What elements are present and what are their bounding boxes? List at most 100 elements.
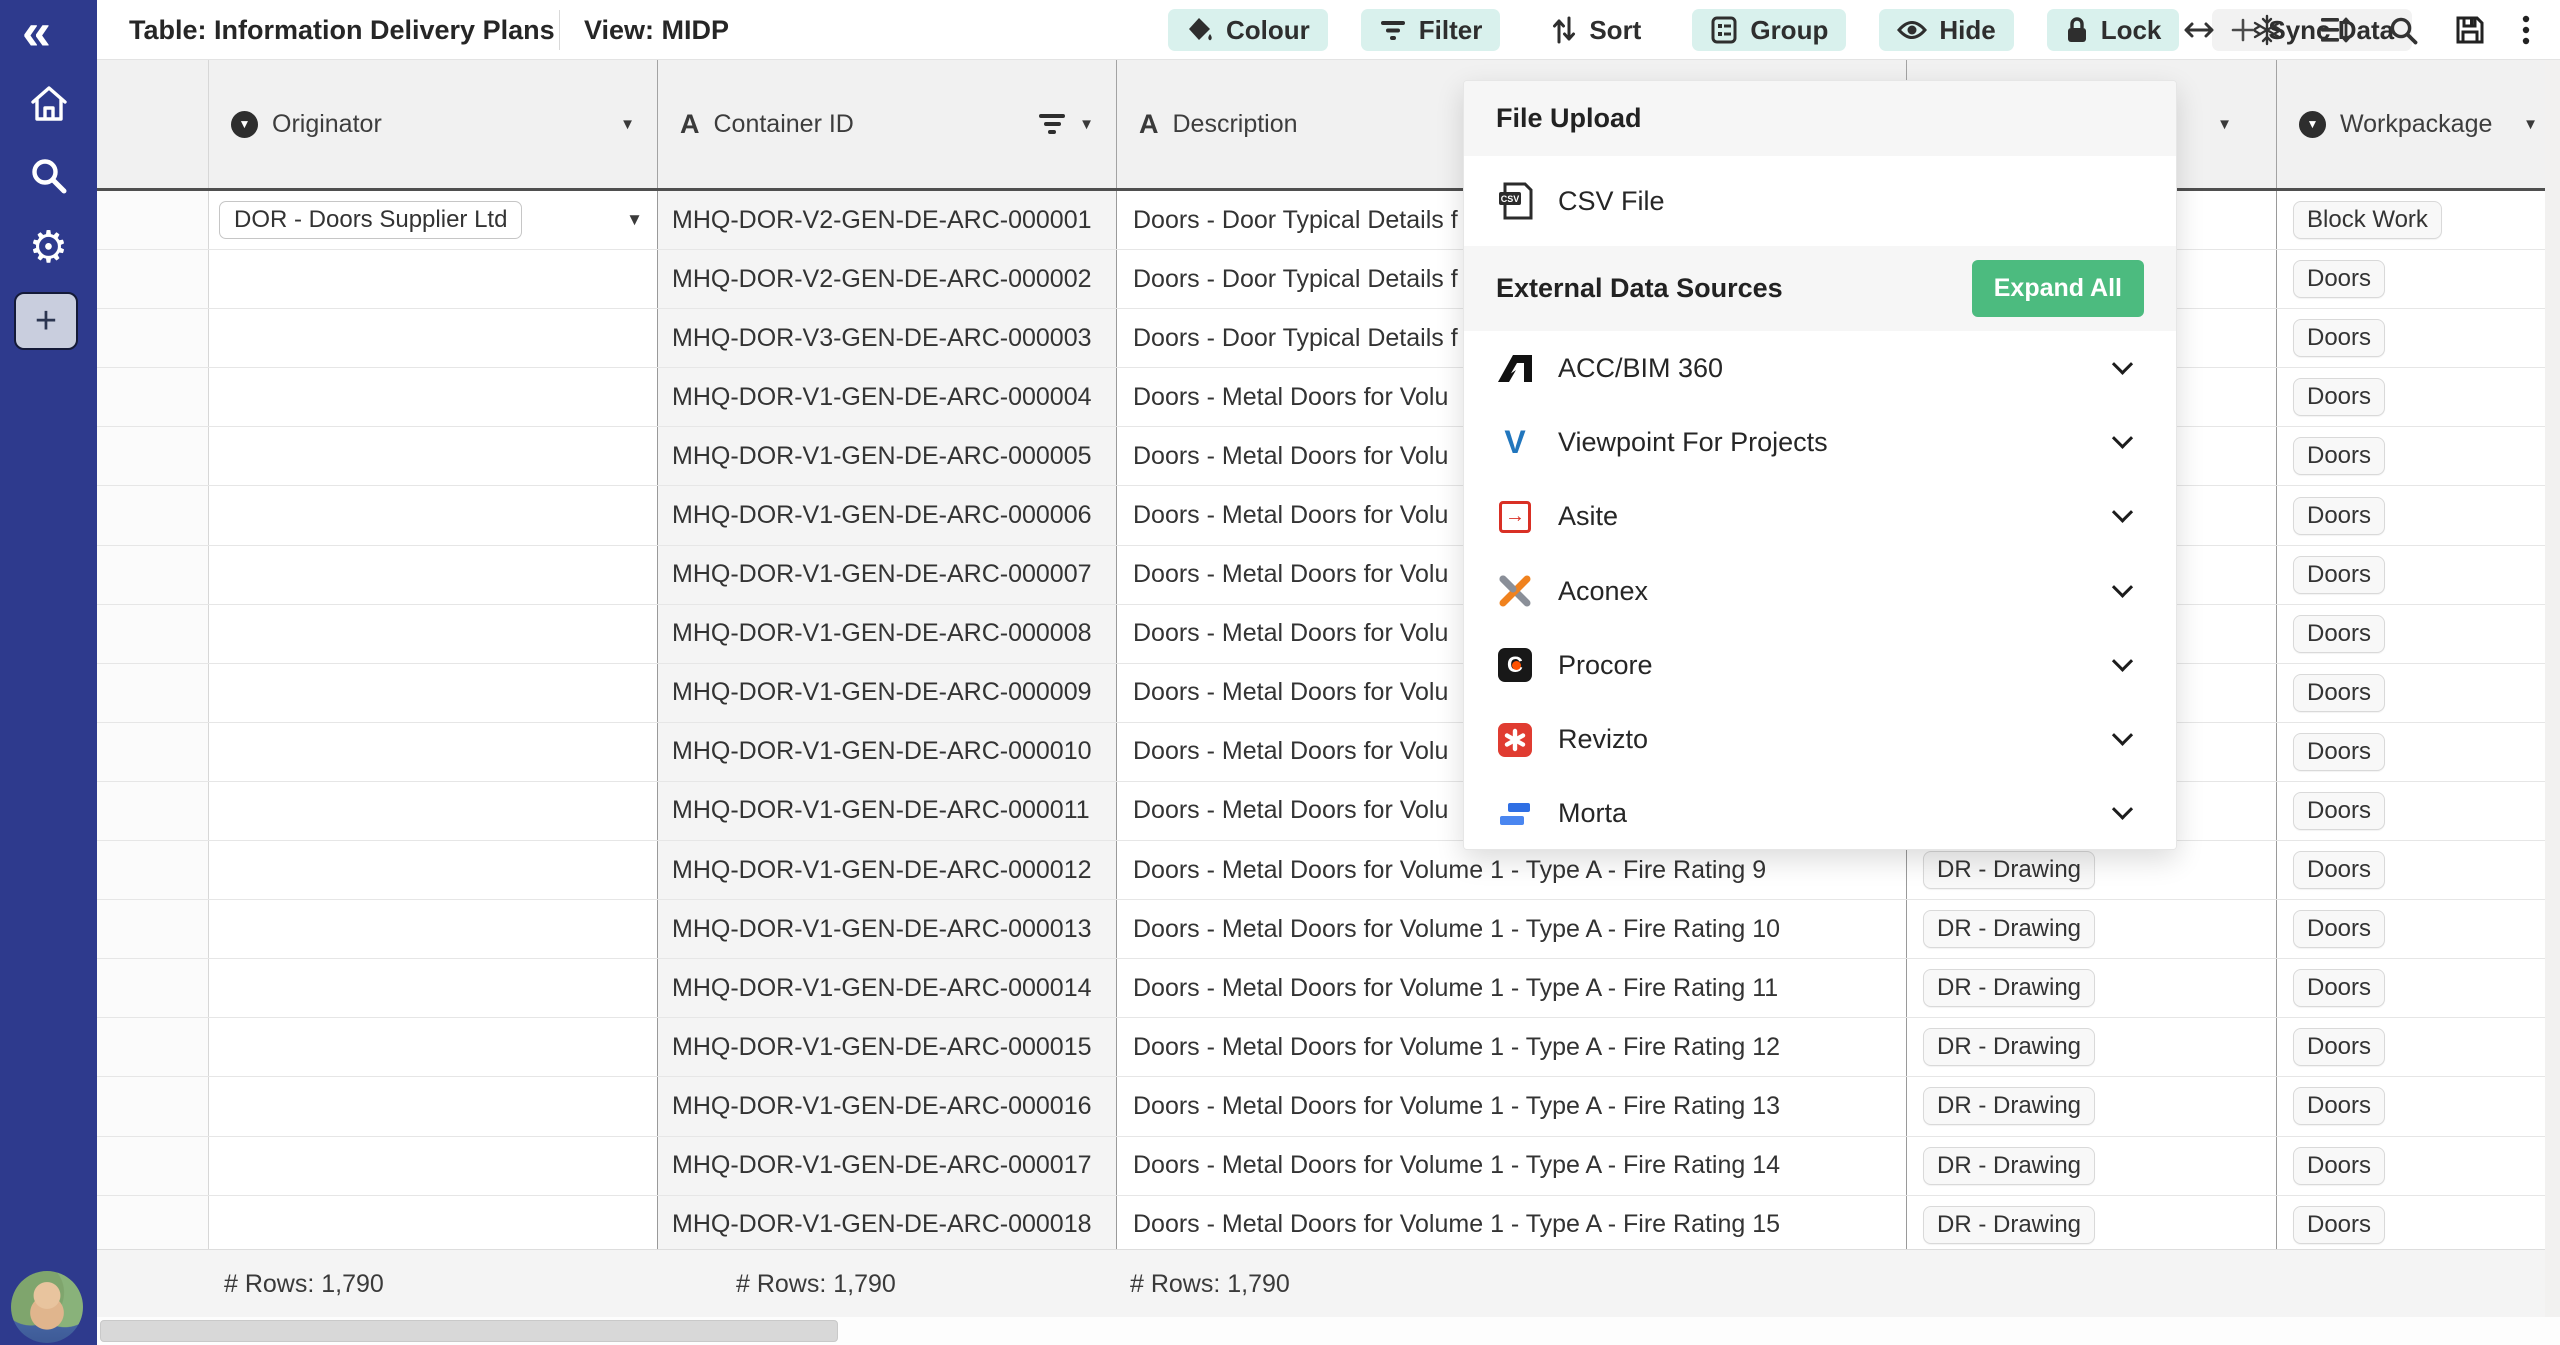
chevron-down-icon[interactable] xyxy=(2112,502,2133,523)
workpackage-chip[interactable]: Doors xyxy=(2293,437,2385,475)
workpackage-chip[interactable]: Doors xyxy=(2293,378,2385,416)
row-gutter-cell[interactable] xyxy=(97,841,209,899)
document-type-cell[interactable]: DR - Drawing xyxy=(1907,1077,2277,1135)
column-menu-chevron-icon[interactable]: ▼ xyxy=(620,116,635,133)
horizontal-scrollbar-thumb[interactable] xyxy=(100,1320,838,1342)
column-menu-chevron-icon[interactable]: ▼ xyxy=(2217,116,2232,133)
colour-button[interactable]: Colour xyxy=(1168,9,1328,51)
row-gutter-cell[interactable] xyxy=(97,250,209,308)
container-id-cell[interactable]: MHQ-DOR-V1-GEN-DE-ARC-000013 xyxy=(658,900,1117,958)
container-id-cell[interactable]: MHQ-DOR-V1-GEN-DE-ARC-000014 xyxy=(658,959,1117,1017)
container-id-cell[interactable]: MHQ-DOR-V1-GEN-DE-ARC-000007 xyxy=(658,546,1117,604)
originator-cell[interactable] xyxy=(209,605,658,663)
workpackage-cell[interactable]: Doors xyxy=(2277,427,2545,485)
workpackage-chip[interactable]: Doors xyxy=(2293,497,2385,535)
more-vertical-icon[interactable] xyxy=(2522,14,2530,46)
row-gutter-cell[interactable] xyxy=(97,191,209,249)
data-source-item-acc[interactable]: ACC/BIM 360 xyxy=(1464,331,2176,405)
home-icon[interactable] xyxy=(28,84,70,129)
row-gutter-cell[interactable] xyxy=(97,782,209,840)
lock-button[interactable]: Lock xyxy=(2047,9,2180,51)
originator-cell[interactable] xyxy=(209,664,658,722)
description-cell[interactable]: Doors - Metal Doors for Volume 1 - Type … xyxy=(1117,1077,1907,1135)
arrows-horizontal-icon[interactable] xyxy=(2183,20,2215,40)
container-id-cell[interactable]: MHQ-DOR-V1-GEN-DE-ARC-000012 xyxy=(658,841,1117,899)
workpackage-chip[interactable]: Doors xyxy=(2293,556,2385,594)
workpackage-cell[interactable]: Block Work xyxy=(2277,191,2545,249)
freeze-icon[interactable] xyxy=(2252,14,2282,46)
chevron-down-icon[interactable] xyxy=(2112,576,2133,597)
row-gutter-cell[interactable] xyxy=(97,664,209,722)
container-id-cell[interactable]: MHQ-DOR-V1-GEN-DE-ARC-000016 xyxy=(658,1077,1117,1135)
document-type-cell[interactable]: DR - Drawing xyxy=(1907,1018,2277,1076)
save-icon[interactable] xyxy=(2455,15,2485,45)
container-id-cell[interactable]: MHQ-DOR-V1-GEN-DE-ARC-000008 xyxy=(658,605,1117,663)
workpackage-cell[interactable]: Doors xyxy=(2277,900,2545,958)
workpackage-chip[interactable]: Doors xyxy=(2293,1087,2385,1125)
row-gutter-cell[interactable] xyxy=(97,1018,209,1076)
row-gutter-cell[interactable] xyxy=(97,309,209,367)
container-id-cell[interactable]: MHQ-DOR-V1-GEN-DE-ARC-000006 xyxy=(658,486,1117,544)
data-source-item-morta[interactable]: Morta xyxy=(1464,777,2176,850)
document-type-cell[interactable]: DR - Drawing xyxy=(1907,1196,2277,1249)
workpackage-cell[interactable]: Doors xyxy=(2277,782,2545,840)
search-icon[interactable] xyxy=(29,156,69,201)
description-cell[interactable]: Doors - Metal Doors for Volume 1 - Type … xyxy=(1117,1196,1907,1249)
originator-cell[interactable]: DOR - Doors Supplier Ltd▼ xyxy=(209,191,658,249)
document-type-chip[interactable]: DR - Drawing xyxy=(1923,1206,2095,1244)
expand-all-button[interactable]: Expand All xyxy=(1972,260,2144,317)
row-gutter-cell[interactable] xyxy=(97,1137,209,1195)
document-type-chip[interactable]: DR - Drawing xyxy=(1923,851,2095,889)
originator-dropdown-chevron-icon[interactable]: ▼ xyxy=(626,210,643,230)
workpackage-cell[interactable]: Doors xyxy=(2277,1018,2545,1076)
container-id-cell[interactable]: MHQ-DOR-V1-GEN-DE-ARC-000010 xyxy=(658,723,1117,781)
originator-cell[interactable] xyxy=(209,1018,658,1076)
originator-cell[interactable] xyxy=(209,959,658,1017)
workpackage-cell[interactable]: Doors xyxy=(2277,368,2545,426)
filter-button[interactable]: Filter xyxy=(1361,9,1501,51)
workpackage-chip[interactable]: Doors xyxy=(2293,1147,2385,1185)
description-cell[interactable]: Doors - Metal Doors for Volume 1 - Type … xyxy=(1117,1137,1907,1195)
document-type-cell[interactable]: DR - Drawing xyxy=(1907,1137,2277,1195)
workpackage-chip[interactable]: Doors xyxy=(2293,1028,2385,1066)
document-type-chip[interactable]: DR - Drawing xyxy=(1923,1087,2095,1125)
document-type-chip[interactable]: DR - Drawing xyxy=(1923,969,2095,1007)
workpackage-chip[interactable]: Doors xyxy=(2293,792,2385,830)
document-type-chip[interactable]: DR - Drawing xyxy=(1923,1147,2095,1185)
workpackage-chip[interactable]: Doors xyxy=(2293,674,2385,712)
originator-cell[interactable] xyxy=(209,723,658,781)
row-gutter-cell[interactable] xyxy=(97,486,209,544)
row-gutter-cell[interactable] xyxy=(97,723,209,781)
workpackage-cell[interactable]: Doors xyxy=(2277,309,2545,367)
workpackage-chip[interactable]: Doors xyxy=(2293,733,2385,771)
chevron-down-icon[interactable] xyxy=(2112,799,2133,820)
originator-cell[interactable] xyxy=(209,782,658,840)
container-id-cell[interactable]: MHQ-DOR-V1-GEN-DE-ARC-000004 xyxy=(658,368,1117,426)
row-gutter-cell[interactable] xyxy=(97,959,209,1017)
gear-icon[interactable]: ⚙ xyxy=(29,226,68,270)
workpackage-cell[interactable]: Doors xyxy=(2277,250,2545,308)
row-gutter-cell[interactable] xyxy=(97,900,209,958)
column-menu-chevron-icon[interactable]: ▼ xyxy=(2523,116,2538,133)
chevron-down-icon[interactable] xyxy=(2112,650,2133,671)
originator-cell[interactable] xyxy=(209,368,658,426)
add-button[interactable]: + xyxy=(14,292,78,350)
row-gutter-cell[interactable] xyxy=(97,605,209,663)
chevron-down-icon[interactable] xyxy=(2112,725,2133,746)
row-gutter-cell[interactable] xyxy=(97,546,209,604)
horizontal-scrollbar[interactable] xyxy=(97,1317,2560,1345)
data-source-item-viewpoint[interactable]: VViewpoint For Projects xyxy=(1464,405,2176,479)
container-id-cell[interactable]: MHQ-DOR-V1-GEN-DE-ARC-000011 xyxy=(658,782,1117,840)
container-id-cell[interactable]: MHQ-DOR-V1-GEN-DE-ARC-000005 xyxy=(658,427,1117,485)
originator-cell[interactable] xyxy=(209,1077,658,1135)
container-id-cell[interactable]: MHQ-DOR-V1-GEN-DE-ARC-000018 xyxy=(658,1196,1117,1249)
container-id-cell[interactable]: MHQ-DOR-V1-GEN-DE-ARC-000009 xyxy=(658,664,1117,722)
workpackage-cell[interactable]: Doors xyxy=(2277,723,2545,781)
workpackage-chip[interactable]: Doors xyxy=(2293,969,2385,1007)
vertical-scrollbar[interactable] xyxy=(2545,60,2560,1317)
data-source-item-aconex[interactable]: Aconex xyxy=(1464,554,2176,628)
document-type-chip[interactable]: DR - Drawing xyxy=(1923,1028,2095,1066)
workpackage-chip[interactable]: Doors xyxy=(2293,615,2385,653)
originator-cell[interactable] xyxy=(209,1196,658,1249)
data-source-item-asite[interactable]: →Asite xyxy=(1464,480,2176,554)
